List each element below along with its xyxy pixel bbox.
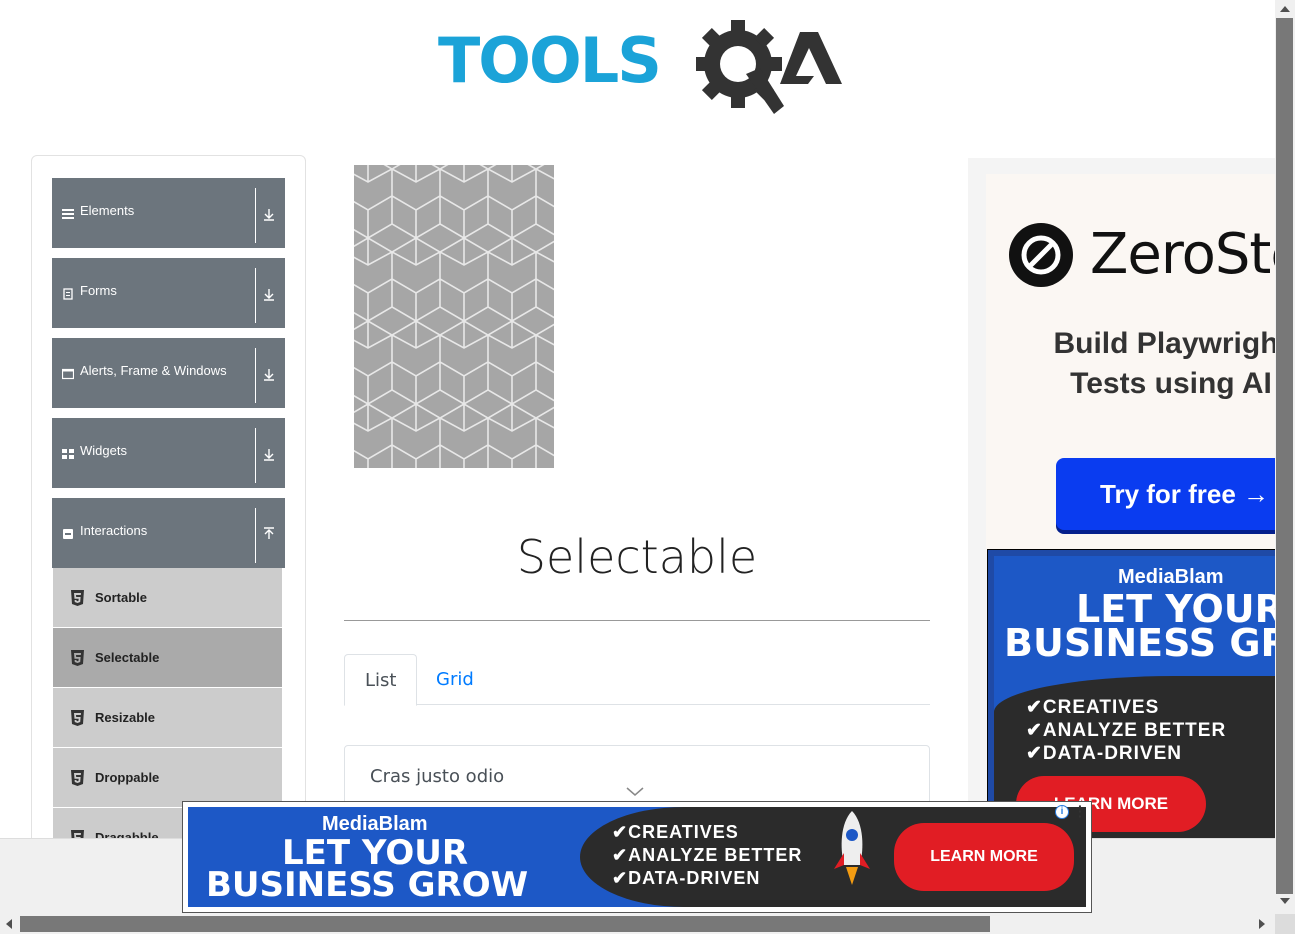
interaction-icon bbox=[63, 529, 73, 539]
menu-item-sortable[interactable]: Sortable bbox=[53, 568, 282, 628]
rocket-icon bbox=[834, 811, 870, 885]
tab-grid[interactable]: Grid bbox=[416, 654, 494, 705]
hamburger-icon bbox=[62, 209, 74, 219]
menu-item-droppable[interactable]: Droppable bbox=[53, 748, 282, 808]
check-item: ✔DATA-DRIVEN bbox=[1026, 743, 1182, 764]
bottom-sticky-ad[interactable]: MediaBlam LET YOUR BUSINESS GROW ✔CREATI… bbox=[182, 799, 1092, 913]
ad-menu-icon[interactable]: · · · bbox=[1078, 799, 1084, 823]
learn-more-button[interactable]: LEARN MORE bbox=[894, 823, 1074, 891]
check-item: ✔CREATIVES bbox=[612, 822, 739, 842]
horizontal-scrollbar[interactable] bbox=[0, 914, 1275, 934]
list-item[interactable]: Cras justo odio bbox=[370, 766, 504, 787]
zerostep-logo-icon bbox=[1009, 223, 1073, 287]
divider bbox=[255, 188, 256, 243]
divider bbox=[255, 508, 256, 563]
group-header-forms[interactable]: Forms bbox=[52, 258, 285, 328]
page-title: Selectable bbox=[516, 530, 758, 584]
ad-info-icon[interactable]: i bbox=[1055, 805, 1069, 819]
tab-list[interactable]: List bbox=[344, 654, 418, 706]
menu-item-label: Resizable bbox=[95, 710, 155, 725]
group-label: Elements bbox=[80, 203, 135, 218]
html5-icon bbox=[71, 770, 84, 786]
menu-item-label: Selectable bbox=[95, 650, 160, 665]
zerostep-brand: ZeroStep bbox=[1090, 222, 1278, 287]
html5-icon bbox=[71, 710, 84, 726]
mediablam-headline: LET YOUR BUSINESS GROW bbox=[1004, 590, 1278, 665]
mediablam-brand: MediaBlam bbox=[1118, 566, 1224, 588]
group-header-elements[interactable]: Elements bbox=[52, 178, 285, 248]
check-item: ✔DATA-DRIVEN bbox=[612, 868, 761, 888]
headline-line2: BUSINESS GROW bbox=[1004, 621, 1278, 665]
scroll-up-arrow-icon[interactable] bbox=[1280, 6, 1290, 12]
grid-icon bbox=[62, 449, 74, 459]
menu-item-resizable[interactable]: Resizable bbox=[53, 688, 282, 748]
check-item: ✔ANALYZE BETTER bbox=[612, 845, 803, 865]
divider bbox=[255, 268, 256, 323]
download-arrow-icon[interactable] bbox=[260, 446, 278, 462]
form-icon bbox=[63, 288, 73, 300]
menu-item-selectable[interactable]: Selectable bbox=[53, 628, 282, 688]
banner-image bbox=[354, 165, 554, 468]
tab-bar: List Grid bbox=[344, 654, 930, 706]
divider bbox=[255, 428, 256, 483]
right-ad-column: ZeroStep Build Playwright Tests using AI… bbox=[968, 158, 1278, 838]
left-panel: Elements Forms Alerts, Frame & Windows W… bbox=[31, 155, 306, 855]
mediablam-checks: ✔CREATIVES ✔ANALYZE BETTER ✔DATA-DRIVEN bbox=[612, 821, 802, 890]
group-label: Interactions bbox=[80, 523, 148, 538]
vertical-scrollbar[interactable] bbox=[1275, 0, 1295, 914]
toolsqa-logo[interactable]: TOOLS bbox=[438, 18, 842, 114]
download-arrow-icon[interactable] bbox=[260, 286, 278, 302]
group-label: Widgets bbox=[80, 443, 127, 458]
zerostep-ad[interactable]: ZeroStep Build Playwright Tests using AI… bbox=[986, 174, 1278, 554]
tagline-line2: Tests using AI bbox=[1070, 367, 1272, 400]
scroll-down-arrow-icon[interactable] bbox=[1280, 898, 1290, 904]
check-item: ✔CREATIVES bbox=[1026, 697, 1160, 718]
group-label: Forms bbox=[80, 283, 117, 298]
chevron-down-icon bbox=[626, 787, 644, 796]
cube-pattern bbox=[354, 165, 554, 468]
scroll-thumb[interactable] bbox=[20, 916, 990, 932]
page: TOOLS Elements Forms Alerts, Frame & Win… bbox=[0, 0, 1295, 934]
mediablam-banner: MediaBlam LET YOUR BUSINESS GROW ✔CREATI… bbox=[188, 807, 1086, 907]
tagline-line1: Build Playwright bbox=[1053, 327, 1278, 360]
group-label: Alerts, Frame & Windows bbox=[80, 363, 227, 378]
title-divider bbox=[344, 620, 930, 621]
mediablam-side-ad[interactable]: MediaBlam LET YOUR BUSINESS GROW ✔CREATI… bbox=[987, 549, 1278, 838]
html5-icon bbox=[71, 590, 84, 606]
download-arrow-icon[interactable] bbox=[260, 206, 278, 222]
scroll-right-arrow-icon[interactable] bbox=[1259, 919, 1265, 929]
zerostep-tagline: Build Playwright Tests using AI bbox=[986, 324, 1278, 404]
headline-line2: BUSINESS GROW bbox=[206, 865, 529, 905]
divider bbox=[255, 348, 256, 403]
menu-item-label: Sortable bbox=[95, 590, 148, 605]
try-for-free-button[interactable]: Try for free → bbox=[1056, 458, 1278, 530]
check-item: ✔ANALYZE BETTER bbox=[1026, 720, 1227, 741]
upload-arrow-icon[interactable] bbox=[260, 526, 278, 542]
mediablam-ad-content: MediaBlam LET YOUR BUSINESS GROW ✔CREATI… bbox=[994, 556, 1278, 838]
logo-gear-qa-icon bbox=[696, 20, 842, 114]
scroll-left-arrow-icon[interactable] bbox=[6, 919, 12, 929]
download-arrow-icon[interactable] bbox=[260, 366, 278, 382]
mediablam-checks: ✔CREATIVES ✔ANALYZE BETTER ✔DATA-DRIVEN bbox=[1026, 696, 1226, 765]
logo-text: TOOLS bbox=[438, 24, 662, 97]
group-header-interactions[interactable]: Interactions bbox=[52, 498, 285, 568]
window-icon bbox=[62, 368, 74, 380]
mediablam-headline: LET YOUR BUSINESS GROW bbox=[206, 836, 529, 905]
scrollbar-corner bbox=[1275, 914, 1295, 934]
group-header-widgets[interactable]: Widgets bbox=[52, 418, 285, 488]
html5-icon bbox=[71, 650, 84, 666]
menu-item-label: Droppable bbox=[95, 770, 160, 785]
group-header-alerts[interactable]: Alerts, Frame & Windows bbox=[52, 338, 285, 408]
scroll-thumb[interactable] bbox=[1276, 18, 1293, 894]
